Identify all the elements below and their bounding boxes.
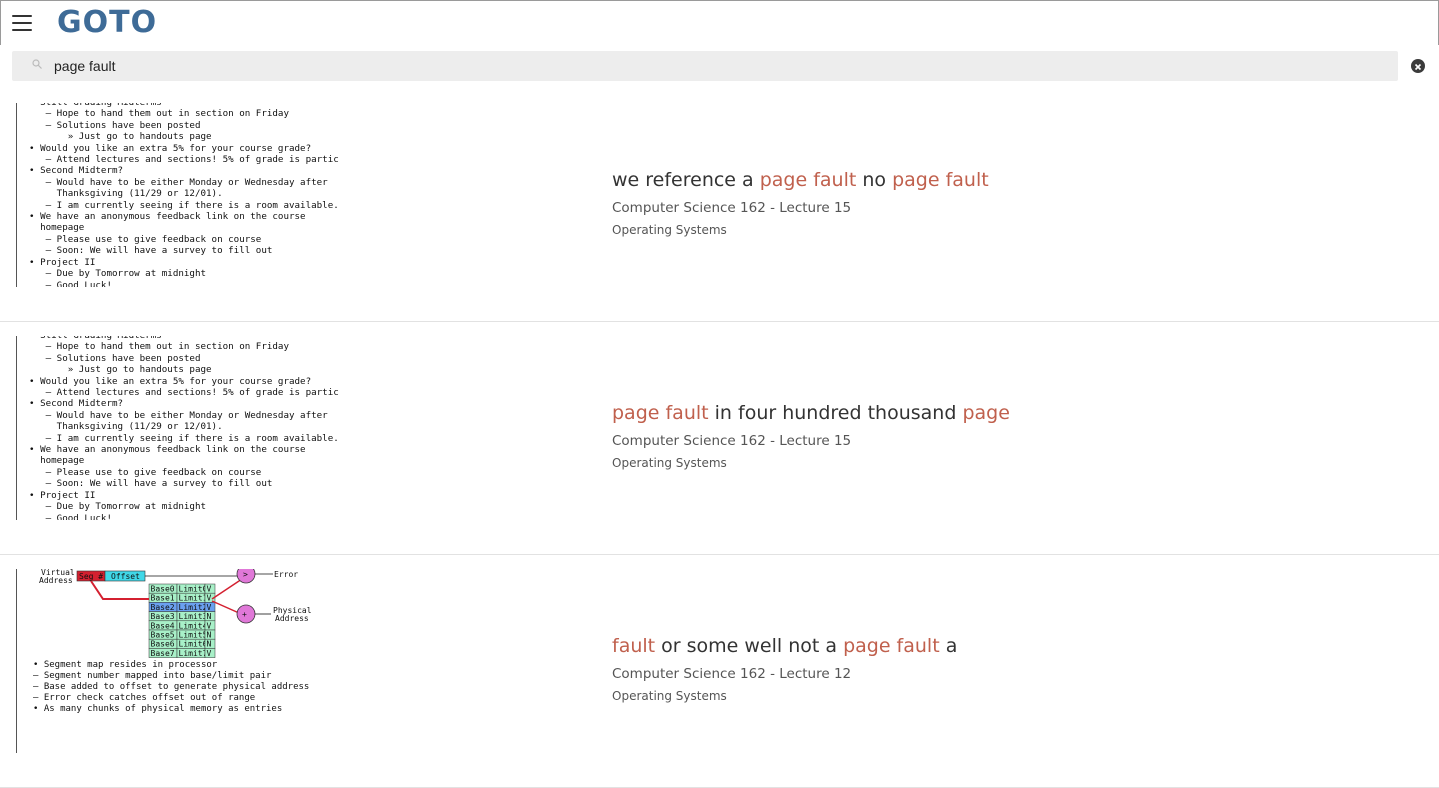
result-snippet[interactable]: page fault in four hundred thousand page <box>612 402 1010 424</box>
snippet-text: or some well not a <box>655 635 844 657</box>
segment-table-text: Limit5 <box>179 631 208 640</box>
slide-text: • Still Grading Midterms – Hope to hand … <box>29 336 339 520</box>
diagram-label: Address <box>275 614 309 623</box>
segment-table-text: Base3 <box>151 612 175 621</box>
result-snippet[interactable]: fault or some well not a page fault a <box>612 635 957 657</box>
diagram-label: Seg # <box>79 572 103 581</box>
slide-text: • Still Grading Midterms – Hope to hand … <box>29 103 339 287</box>
result-course: Computer Science 162 - Lecture 15 <box>612 200 852 216</box>
search-icon <box>32 59 42 69</box>
result-snippet[interactable]: we reference a page fault no page fault <box>612 169 989 191</box>
slide-thumbnail: Virtual Address Seg # Offset Base0 Limit0… <box>16 569 339 753</box>
result-info: fault or some well not a page fault a Co… <box>612 635 957 703</box>
result-info: we reference a page fault no page fault … <box>612 169 989 237</box>
segment-table-text: V <box>207 585 212 594</box>
result-course: Computer Science 162 - Lecture 12 <box>612 666 852 682</box>
slide-bullets: • Segment map resides in processor – Seg… <box>33 660 309 714</box>
search-bar <box>0 45 1439 88</box>
segment-table-text: Base6 <box>151 640 175 649</box>
slide-thumbnail: • Still Grading Midterms – Hope to hand … <box>16 336 339 520</box>
segment-table-text: Limit3 <box>179 612 208 621</box>
diagram-label: Offset <box>111 572 140 581</box>
snippet-text: in four hundred thousand <box>708 402 963 424</box>
segment-table-text: Limit2 <box>179 603 208 612</box>
clear-search-icon[interactable] <box>1411 59 1425 73</box>
result-item[interactable]: Virtual Address Seg # Offset Base0 Limit0… <box>0 555 1439 788</box>
diagram-label: > <box>243 570 248 579</box>
result-item[interactable]: • Still Grading Midterms – Hope to hand … <box>0 89 1439 322</box>
segment-table-text: N <box>207 640 212 649</box>
segment-table-text: N <box>207 612 212 621</box>
highlight-term: page fault <box>759 169 857 191</box>
slide-bullet: – Base added to offset to generate physi… <box>33 682 309 692</box>
snippet-text: a <box>939 635 958 657</box>
diagram-label: Address <box>39 576 73 585</box>
segment-table-text: Limit0 <box>179 585 208 594</box>
snippet-text: we reference a <box>612 169 760 191</box>
result-item[interactable]: • Still Grading Midterms – Hope to hand … <box>0 322 1439 555</box>
result-subject: Operating Systems <box>612 223 727 237</box>
search-box[interactable] <box>12 51 1398 81</box>
segment-table-text: Base4 <box>151 621 175 630</box>
segment-table: Base0 Limit0 VBase1 Limit1 VBase2 Limit2 VBase… <box>148 583 216 658</box>
slide-bullet: • As many chunks of physical memory as e… <box>33 704 282 714</box>
segment-table-text: Base7 <box>151 649 175 658</box>
segment-table-text: Limit6 <box>179 640 208 649</box>
diagram-label: + <box>242 610 247 619</box>
highlight-term: page fault <box>843 635 940 657</box>
segment-table-text: V <box>207 649 212 658</box>
app-logo[interactable]: GOTO <box>57 5 157 40</box>
result-course: Computer Science 162 - Lecture 15 <box>612 433 852 449</box>
segment-table-text: Base1 <box>151 594 175 603</box>
segment-table-text: Limit4 <box>179 621 208 630</box>
highlight-term: page fault <box>892 169 989 191</box>
segment-table-text: Base2 <box>151 603 175 612</box>
hamburger-menu-icon[interactable] <box>12 15 32 31</box>
result-subject: Operating Systems <box>612 689 727 703</box>
results-list: • Still Grading Midterms – Hope to hand … <box>0 89 1439 788</box>
result-info: page fault in four hundred thousand page… <box>612 402 1010 470</box>
diagram-label: Error <box>274 570 298 579</box>
segment-table-text: V <box>207 621 212 630</box>
highlight-term: page fault <box>612 402 709 424</box>
slide-bullet: • Segment map resides in processor <box>33 660 218 670</box>
segment-table-text: Limit1 <box>179 594 208 603</box>
segment-table-text: Base5 <box>151 631 175 640</box>
slide-bullet: – Error check catches offset out of rang… <box>33 693 255 703</box>
slide-thumbnail: • Still Grading Midterms – Hope to hand … <box>16 103 339 287</box>
slide-bullet: – Segment number mapped into base/limit … <box>33 671 272 681</box>
search-input[interactable] <box>54 51 1354 81</box>
snippet-text: no <box>856 169 893 191</box>
segment-table-text: Base0 <box>151 585 175 594</box>
segmentation-diagram: Virtual Address Seg # Offset Base0 Limit0… <box>33 569 312 714</box>
segment-table-text: V <box>207 594 212 603</box>
result-subject: Operating Systems <box>612 456 727 470</box>
segment-table-text: N <box>207 631 212 640</box>
segment-table-text: V <box>207 603 212 612</box>
highlight-term: page <box>962 402 1010 424</box>
highlight-term: fault <box>612 635 656 657</box>
segment-table-text: Limit7 <box>179 649 208 658</box>
top-bar: GOTO <box>0 0 1439 46</box>
